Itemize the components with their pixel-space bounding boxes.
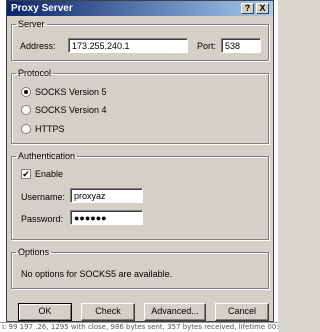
username-input[interactable]: proxyaz [70, 188, 143, 203]
title-bar[interactable]: Proxy Server ? X [7, 1, 273, 16]
address-input[interactable]: 173.255.240.1 [68, 38, 188, 53]
close-button[interactable]: X [256, 3, 269, 14]
window-title: Proxy Server [11, 3, 73, 14]
ok-button[interactable]: OK [18, 303, 72, 321]
proxy-server-dialog: Proxy Server ? X Server Address: 173.255… [6, 0, 274, 322]
username-label: Username: [21, 192, 66, 202]
options-legend: Options [18, 247, 50, 257]
enable-checkbox[interactable]: ✔ [21, 169, 31, 179]
cancel-button[interactable]: Cancel [215, 303, 269, 321]
address-label: Address: [20, 41, 56, 51]
server-legend: Server [18, 19, 45, 29]
options-group: Options [11, 247, 269, 289]
socks5-label[interactable]: SOCKS Version 5 [35, 87, 107, 97]
socks5-radio[interactable] [21, 87, 31, 97]
https-radio[interactable] [21, 124, 31, 134]
authentication-legend: Authentication [18, 151, 76, 161]
help-button[interactable]: ? [241, 3, 254, 14]
background-log-text: i: 99 197 .26, 1295 with close, 986 byte… [2, 323, 278, 331]
https-label[interactable]: HTTPS [35, 124, 65, 134]
port-label: Port: [197, 41, 217, 51]
password-label: Password: [21, 214, 64, 224]
advanced-button[interactable]: Advanced... [144, 303, 206, 321]
password-input[interactable]: ●●●●●● [70, 210, 143, 225]
background-window-right [274, 0, 278, 322]
enable-label[interactable]: Enable [35, 169, 63, 179]
socks4-radio[interactable] [21, 105, 31, 115]
protocol-legend: Protocol [18, 68, 52, 78]
port-input[interactable]: 538 [221, 38, 261, 53]
options-message: No options for SOCKS5 are available. [21, 269, 173, 279]
check-button[interactable]: Check [81, 303, 135, 321]
socks4-label[interactable]: SOCKS Version 4 [35, 105, 107, 115]
